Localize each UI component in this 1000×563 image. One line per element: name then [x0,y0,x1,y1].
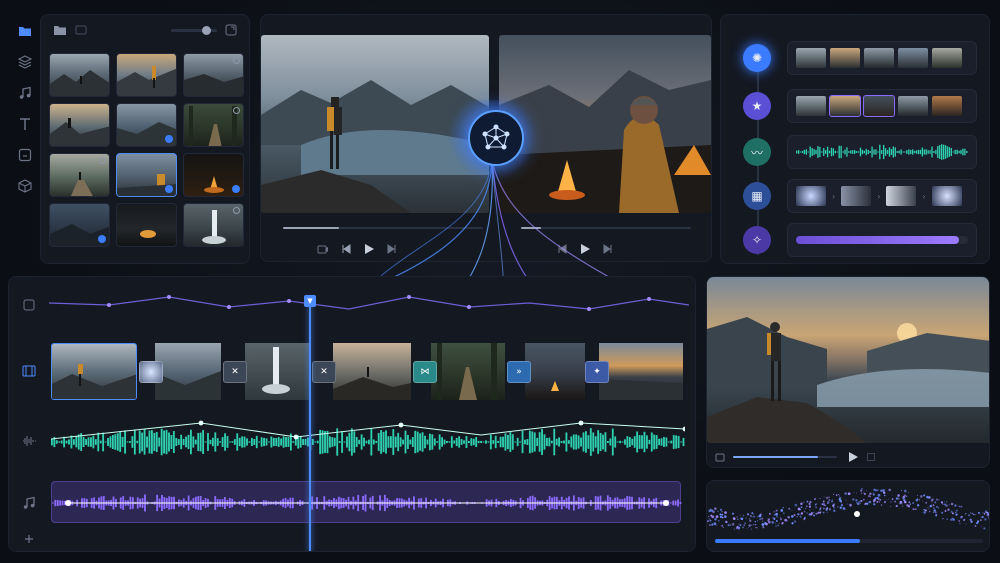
select-indicator[interactable] [233,107,240,114]
timeline-clip[interactable] [245,343,311,400]
timeline-clip[interactable] [333,343,411,400]
preview-camera-icon[interactable] [715,452,727,462]
scene-detection-strip[interactable] [787,41,977,75]
preview-play-icon[interactable] [847,451,859,463]
media-thumbnail[interactable] [183,53,244,97]
media-thumbnail[interactable] [183,153,244,197]
media-thumbnail[interactable] [49,153,110,197]
select-indicator[interactable] [233,207,240,214]
media-thumbnail[interactable] [116,203,177,247]
audio-wave-icon[interactable] [19,431,39,451]
music-audio-track[interactable] [51,481,682,523]
bowtie-transition-icon[interactable]: ⋈ [413,361,437,383]
media-thumbnail[interactable] [49,103,110,147]
tool-row-analyze: ✺ [721,41,989,75]
thumbnail-zoom-slider[interactable] [171,25,217,35]
left-tool-rail [8,10,42,260]
timeline-clip[interactable] [431,343,505,400]
check-badge-icon [98,235,106,243]
highlights-strip[interactable] [787,89,977,123]
media-thumbnail-selected[interactable] [116,153,177,197]
media-thumbnail[interactable] [183,203,244,247]
neural-icon[interactable]: ✺ [743,44,771,72]
ai-tools-panel: ✺ ★ 〰 ▦ › › › ✧ [720,14,990,264]
preview-options-icon[interactable] [867,453,875,461]
transition-strip[interactable]: › › › [787,179,977,213]
add-track-icon[interactable] [19,529,39,549]
audio-cleanup-wave[interactable] [787,135,977,169]
timeline-panel: ✕ ✕ ⋈ » ✦ ▼ [8,276,696,552]
music-icon[interactable] [14,82,36,104]
voice-audio-track[interactable] [51,417,685,467]
select-indicator[interactable] [233,57,240,64]
timeline-clip-selected[interactable] [51,343,137,400]
render-visualizer-panel [706,480,990,552]
magic-wand-icon[interactable]: ✧ [743,226,771,254]
preview-scrubber[interactable] [733,456,837,458]
tool-row-transitions: ▦ › › › [721,179,989,213]
light-leak-icon[interactable]: ✦ [585,361,609,383]
check-badge-icon [165,135,173,143]
waveform-icon[interactable]: 〰 [743,138,771,166]
star-icon[interactable]: ★ [743,92,771,120]
media-thumbnail[interactable] [49,53,110,97]
preview-viewer[interactable] [707,277,989,443]
video-editor-app: ✺ ★ 〰 ▦ › › › ✧ ✕ ✕ ⋈ » ✦ ▼ [0,0,1000,563]
effects-progress-fill [796,236,960,244]
ai-hub-node[interactable] [468,110,524,166]
media-thumbnail[interactable] [116,53,177,97]
blur-transition-icon[interactable] [139,361,163,383]
bin-view-icon[interactable] [75,25,87,35]
fast-forward-icon[interactable]: » [507,361,531,383]
sticker-icon[interactable] [14,144,36,166]
preview-panel [706,276,990,468]
check-badge-icon [232,185,240,193]
layers-icon[interactable] [14,51,36,73]
playhead[interactable] [309,297,311,551]
expand-icon[interactable] [225,24,237,36]
folder-icon[interactable] [14,20,36,42]
media-thumbnail-grid [41,45,249,255]
cube-icon[interactable] [14,175,36,197]
cross-transition-icon[interactable]: ✕ [223,361,247,383]
tool-row-audio: 〰 [721,135,989,169]
media-bin-panel [40,14,250,264]
effects-progress-card[interactable] [787,223,977,257]
render-progress-track [715,539,983,543]
select-indicator[interactable] [99,157,106,164]
folder-icon[interactable] [53,24,67,36]
timeline-ruler-curve[interactable] [49,285,689,321]
film-icon[interactable]: ▦ [743,182,771,210]
media-thumbnail[interactable] [183,103,244,147]
render-progress-fill [715,539,860,543]
check-badge-icon [165,185,173,193]
playhead-handle[interactable]: ▼ [304,295,316,307]
music-note-icon[interactable] [19,493,39,513]
timeline-clip[interactable] [525,343,585,400]
cross-transition-icon[interactable]: ✕ [312,361,336,383]
media-thumbnail[interactable] [116,103,177,147]
media-thumbnail[interactable] [49,203,110,247]
timeline-clip[interactable] [599,343,683,400]
tool-row-highlights: ★ [721,89,989,123]
scale-icon[interactable] [19,295,39,315]
tool-row-magic: ✧ [721,223,989,257]
neural-network-icon [482,124,510,150]
media-bin-toolbar [41,15,249,45]
text-icon[interactable] [14,113,36,135]
particle-waveform [707,487,989,530]
timeline-clip[interactable] [155,343,221,400]
film-strip-icon[interactable] [19,361,39,381]
effects-progress-track [796,236,968,244]
